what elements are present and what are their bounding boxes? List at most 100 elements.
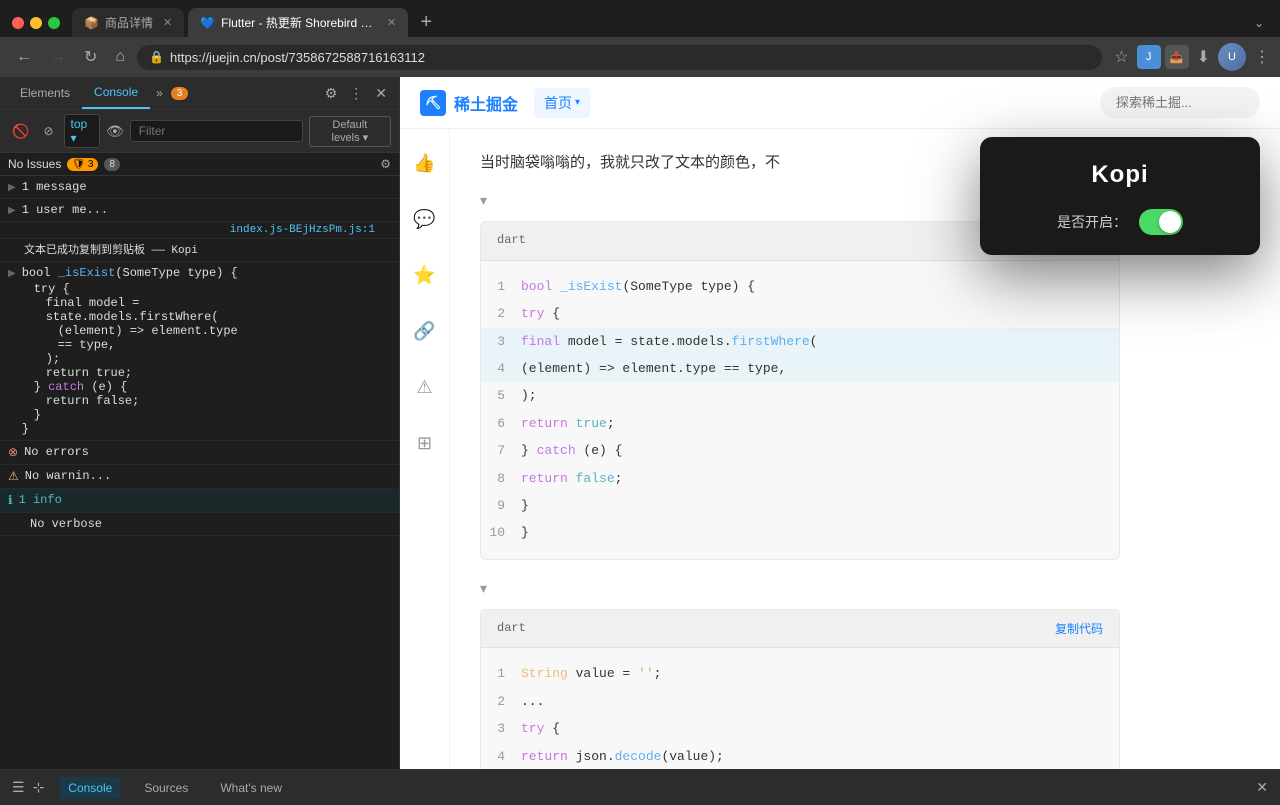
tab-favicon-2: 💙 (200, 16, 215, 30)
console-item-user-message[interactable]: ▶ 1 user me... (0, 199, 399, 222)
line-content: } (521, 494, 1119, 517)
tab-close-1[interactable]: ✕ (163, 16, 172, 29)
site-search-container (1100, 87, 1260, 118)
close-traffic-light[interactable] (12, 17, 24, 29)
nav-item-home[interactable]: 首页 ▾ (534, 88, 590, 118)
line-content: return true; (521, 412, 1119, 435)
line-num: 1 (481, 275, 521, 298)
site-header: ⛏ 稀土掘金 首页 ▾ (400, 77, 1280, 129)
toggle-switch[interactable] (1139, 209, 1183, 235)
back-button[interactable]: ← (10, 44, 38, 70)
level-selector[interactable]: Default levels ▾ (309, 116, 391, 147)
code-line-1: 1 bool _isExist(SomeType type) { (481, 273, 1119, 300)
like-button[interactable]: 👍 (407, 145, 443, 181)
code-line-2: 2 try { (481, 300, 1119, 327)
site-search-input[interactable] (1100, 87, 1260, 118)
tab-bar: 📦 商品详情 ✕ 💙 Flutter - 热更新 Shorebird 1.0..… (0, 0, 1280, 37)
share-button[interactable]: 🔗 (407, 313, 443, 349)
filter-button[interactable]: ⊘ (39, 122, 57, 140)
more-options-button[interactable]: ⋮ (345, 81, 367, 106)
code-collapse-2[interactable]: ▾ (480, 576, 1120, 601)
menu-button[interactable]: ⋮ (1254, 47, 1270, 67)
code-block-1: dart 复制代码 1 bool _isExist(SomeType type)… (480, 221, 1120, 560)
line-content: return false; (521, 467, 1119, 490)
line-content: final model = state.models.firstWhere( (521, 330, 1119, 353)
star-button[interactable]: ⭐ (407, 257, 443, 293)
info-text: 1 info (19, 493, 62, 507)
console-source-row: index.js-BEjHzsPm.js:1 (0, 222, 399, 239)
report-button[interactable]: ⚠ (407, 369, 443, 405)
tab-close-2[interactable]: ✕ (387, 16, 396, 29)
line-num: 1 (481, 662, 521, 685)
no-issues-text: No Issues (8, 157, 61, 171)
line-num: 5 (481, 384, 521, 407)
clear-console-button[interactable]: 🚫 (8, 121, 33, 142)
console-item-no-verbose[interactable]: No verbose (0, 513, 399, 536)
site-nav: 首页 ▾ (534, 88, 590, 118)
popup-header: Kopi 是否开启： (980, 137, 1260, 255)
address-bar[interactable]: 🔒 https://juejin.cn/post/735867258871616… (137, 45, 1102, 70)
console-item-no-errors[interactable]: ⊗ No errors (0, 441, 399, 465)
tab-inactive[interactable]: 📦 商品详情 ✕ (72, 8, 184, 37)
user-avatar[interactable]: U (1218, 43, 1246, 71)
code2-line-2: 2 ... (481, 688, 1119, 715)
context-selector[interactable]: top ▾ (64, 114, 100, 148)
collapse-icon-1: ▾ (480, 188, 487, 213)
no-issues-bar: No Issues 🛡 3 8 ⚙ (0, 153, 399, 176)
code2-line-3: 3 try { (481, 715, 1119, 742)
new-tab-button[interactable]: + (412, 9, 440, 37)
home-button[interactable]: ⌂ (109, 44, 131, 70)
line-num: 3 (481, 717, 521, 740)
bottom-tab-whats-new[interactable]: What's new (212, 777, 290, 799)
bottom-tab-sources[interactable]: Sources (136, 777, 196, 799)
tab-active[interactable]: 💙 Flutter - 热更新 Shorebird 1.0... ✕ (188, 8, 408, 37)
issues-settings[interactable]: ⚙ (380, 157, 391, 171)
maximize-traffic-light[interactable] (48, 17, 60, 29)
refresh-button[interactable]: ↻ (78, 43, 103, 71)
download-icon[interactable]: ⬇ (1197, 47, 1210, 67)
copy-code-2[interactable]: 复制代码 (1055, 620, 1103, 637)
line-num: 2 (481, 690, 521, 713)
settings-button[interactable]: ⚙ (321, 81, 342, 106)
nav-dropdown-icon: ▾ (575, 97, 580, 108)
tab-elements[interactable]: Elements (8, 78, 82, 108)
bottom-close-button[interactable]: ✕ (1256, 779, 1268, 796)
bottom-icons: ☰ ⊹ (12, 779, 44, 796)
line-content: ); (521, 384, 1119, 407)
message-text: 1 message (22, 180, 87, 194)
tab-more[interactable]: » (150, 78, 169, 108)
filter-input[interactable] (130, 120, 303, 142)
traffic-lights (8, 17, 68, 29)
popup-toggle-label: 是否开启： (1057, 212, 1127, 232)
tab-favicon-1: 📦 (84, 16, 99, 30)
line-content: String value = ''; (521, 662, 1119, 685)
close-devtools-button[interactable]: ✕ (371, 81, 391, 106)
console-code-item[interactable]: ▶ bool _isExist(SomeType type) { try { f… (0, 262, 399, 441)
site-logo[interactable]: ⛏ 稀土掘金 (420, 90, 518, 116)
console-item-no-warnings[interactable]: ⚠ No warnin... (0, 465, 399, 489)
eye-button[interactable]: 👁 (106, 123, 124, 140)
info-icon: ℹ (8, 493, 13, 508)
ext-icon-1[interactable]: J (1137, 45, 1161, 69)
tab-overflow-button[interactable]: ⌄ (1246, 12, 1272, 34)
ext-icon-2[interactable]: 📥 (1165, 45, 1189, 69)
sidebar-actions: 👍 💬 ⭐ 🔗 ⚠ ⊞ (400, 129, 450, 769)
console-item-info[interactable]: ℹ 1 info (0, 489, 399, 513)
comment-button[interactable]: 💬 (407, 201, 443, 237)
inspect-button[interactable]: ⊹ (33, 779, 45, 796)
minimize-traffic-light[interactable] (30, 17, 42, 29)
warning-icon: ⚠ (8, 469, 19, 484)
lock-icon: 🔒 (149, 50, 164, 64)
console-item-message[interactable]: ▶ 1 message (0, 176, 399, 199)
tab-console[interactable]: Console (82, 77, 150, 109)
source-link[interactable]: index.js-BEjHzsPm.js:1 (230, 224, 375, 236)
bottom-tab-console[interactable]: Console (60, 777, 120, 799)
screenshot-button[interactable]: ⊞ (407, 425, 443, 461)
forward-button[interactable]: → (44, 44, 72, 70)
collapse-icon-2: ▾ (480, 576, 487, 601)
code-lines-1: 1 bool _isExist(SomeType type) { 2 try {… (481, 261, 1119, 559)
line-content: (element) => element.type == type, (521, 357, 1119, 380)
bookmark-button[interactable]: ☆ (1114, 47, 1128, 67)
hamburger-button[interactable]: ☰ (12, 779, 25, 796)
line-content: try { (521, 302, 1119, 325)
